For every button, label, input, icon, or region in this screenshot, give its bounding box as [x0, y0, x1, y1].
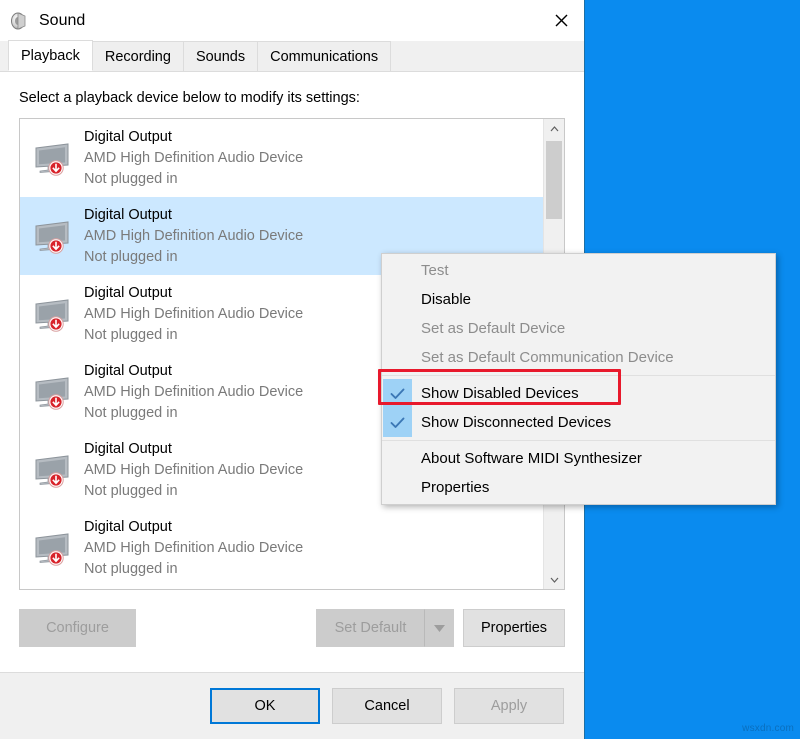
device-description: AMD High Definition Audio Device: [84, 382, 303, 403]
dialog-footer: OK Cancel Apply: [0, 673, 584, 739]
apply-button[interactable]: Apply: [454, 688, 564, 724]
device-status: Not plugged in: [84, 169, 303, 190]
tab-sounds[interactable]: Sounds: [183, 41, 258, 71]
device-description: AMD High Definition Audio Device: [84, 148, 303, 169]
menu-item-label: About Software MIDI Synthesizer: [421, 450, 642, 467]
display-device-icon: [30, 213, 76, 259]
menu-item-label: Disable: [421, 291, 471, 308]
device-description: AMD High Definition Audio Device: [84, 304, 303, 325]
tab-strip: Playback Recording Sounds Communications: [0, 41, 584, 72]
set-default-split-button: Set Default: [316, 609, 454, 647]
menu-item-label: Show Disabled Devices: [421, 385, 579, 402]
device-status: Not plugged in: [84, 325, 303, 346]
dialog-titlebar: Sound: [0, 0, 584, 41]
device-description: AMD High Definition Audio Device: [84, 460, 303, 481]
dialog-title: Sound: [39, 12, 85, 30]
cancel-button[interactable]: Cancel: [332, 688, 442, 724]
device-name: Digital Output: [84, 127, 303, 148]
watermark: wsxdn.com: [742, 723, 794, 734]
menu-item-set-as-default-device[interactable]: Set as Default Device: [382, 314, 775, 343]
menu-item-label: Properties: [421, 479, 489, 496]
menu-separator: [382, 375, 775, 376]
device-name: Digital Output: [84, 205, 303, 226]
list-item[interactable]: Digital Output AMD High Definition Audio…: [20, 119, 543, 197]
device-name: Digital Output: [84, 439, 303, 460]
device-status: Not plugged in: [84, 559, 303, 580]
device-status: Not plugged in: [84, 481, 303, 502]
menu-item-label: Test: [421, 262, 449, 279]
menu-separator: [382, 440, 775, 441]
menu-item-show-disabled-devices[interactable]: Show Disabled Devices: [382, 379, 775, 408]
checkmark-icon: [383, 379, 412, 408]
device-status: Not plugged in: [84, 403, 303, 424]
display-device-icon: [30, 369, 76, 415]
speaker-icon: [9, 10, 31, 32]
device-context-menu: Test Disable Set as Default Device Set a…: [381, 253, 776, 505]
tab-communications[interactable]: Communications: [257, 41, 391, 71]
set-default-button[interactable]: Set Default: [316, 609, 424, 647]
menu-item-show-disconnected-devices[interactable]: Show Disconnected Devices: [382, 408, 775, 437]
device-name: Digital Output: [84, 361, 303, 382]
display-device-icon: [30, 447, 76, 493]
close-icon[interactable]: [538, 0, 584, 41]
menu-item-label: Show Disconnected Devices: [421, 414, 611, 431]
device-description: AMD High Definition Audio Device: [84, 226, 303, 247]
device-name: Digital Output: [84, 283, 303, 304]
display-device-icon: [30, 135, 76, 181]
panel-hint-text: Select a playback device below to modify…: [19, 90, 584, 106]
display-device-icon: [30, 525, 76, 571]
list-item[interactable]: Digital Output AMD High Definition Audio…: [20, 509, 543, 587]
scroll-down-icon[interactable]: [544, 570, 564, 589]
menu-item-disable[interactable]: Disable: [382, 285, 775, 314]
device-name: Digital Output: [84, 517, 303, 538]
display-device-icon: [30, 291, 76, 337]
scroll-up-icon[interactable]: [544, 119, 564, 138]
menu-item-label: Set as Default Device: [421, 320, 565, 337]
tab-recording[interactable]: Recording: [92, 41, 184, 71]
tab-playback[interactable]: Playback: [8, 40, 93, 71]
menu-item-set-as-default-communication-device[interactable]: Set as Default Communication Device: [382, 343, 775, 372]
configure-button[interactable]: Configure: [19, 609, 136, 647]
device-status: Not plugged in: [84, 247, 303, 268]
ok-button[interactable]: OK: [210, 688, 320, 724]
checkmark-icon: [383, 408, 412, 437]
device-description: AMD High Definition Audio Device: [84, 538, 303, 559]
action-button-row: Configure Set Default Properties: [0, 590, 584, 666]
scrollbar-thumb[interactable]: [546, 141, 562, 219]
menu-item-label: Set as Default Communication Device: [421, 349, 674, 366]
menu-item-properties[interactable]: Properties: [382, 473, 775, 502]
menu-item-test[interactable]: Test: [382, 256, 775, 285]
menu-item-about-software-midi-synthesizer[interactable]: About Software MIDI Synthesizer: [382, 444, 775, 473]
chevron-down-icon[interactable]: [424, 609, 454, 647]
properties-button[interactable]: Properties: [463, 609, 565, 647]
